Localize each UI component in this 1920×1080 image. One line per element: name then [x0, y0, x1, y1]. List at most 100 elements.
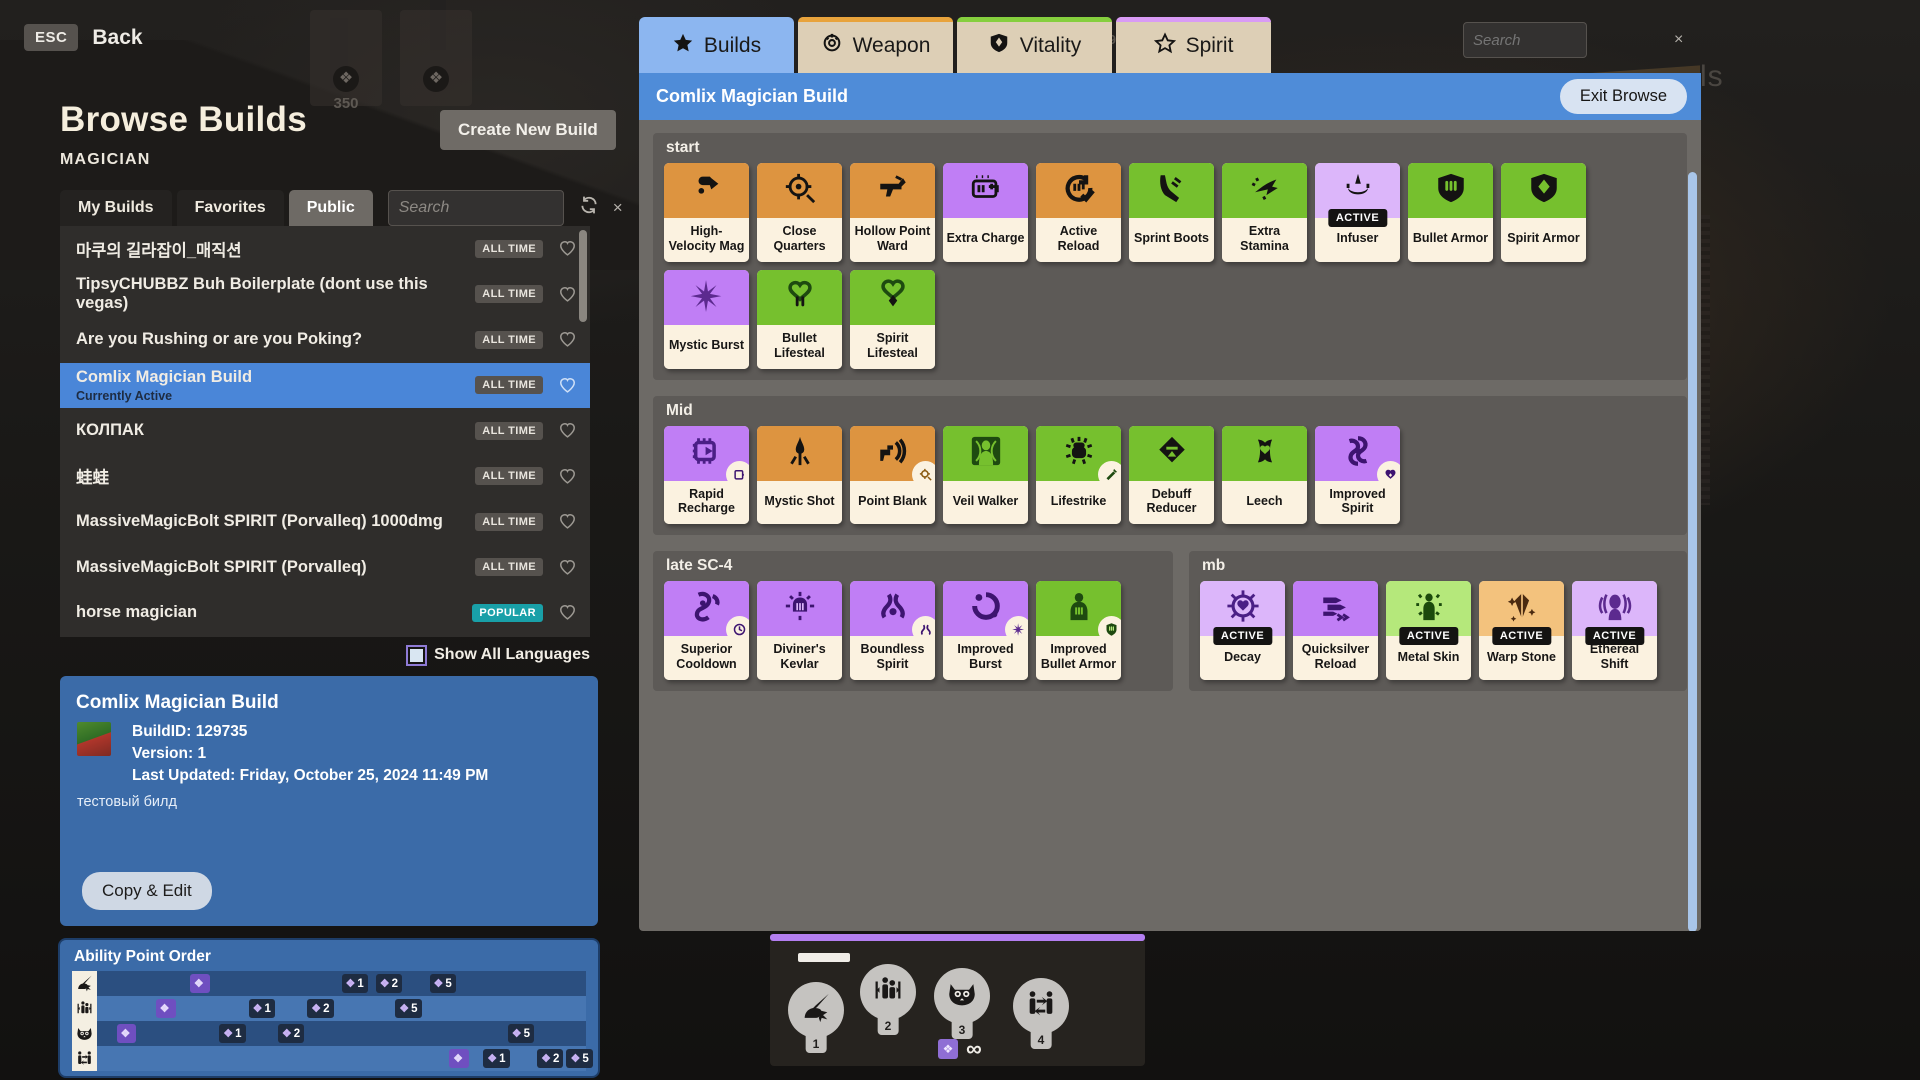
- ability-point-level: 5: [524, 1028, 530, 1040]
- build-item[interactable]: Spirit Armor: [1501, 163, 1586, 262]
- build-list-item[interactable]: 蛙蛙ALL TIME: [60, 454, 590, 500]
- favorite-heart-icon[interactable]: [557, 603, 578, 622]
- tab-accent-bar: [798, 17, 953, 22]
- build-item[interactable]: Bullet Lifesteal: [757, 270, 842, 369]
- copy-and-edit-button[interactable]: Copy & Edit: [82, 872, 212, 910]
- hud-xp-bar: [798, 953, 850, 962]
- favorite-heart-icon[interactable]: [557, 421, 578, 440]
- build-item[interactable]: Lifestrike: [1036, 426, 1121, 525]
- build-item[interactable]: ACTIVEWarp Stone: [1479, 581, 1564, 680]
- boundless-icon: [876, 589, 910, 628]
- show-all-languages-checkbox[interactable]: [408, 647, 425, 664]
- build-item-icon-plate: [1036, 581, 1121, 636]
- build-item[interactable]: Point Blank: [850, 426, 935, 525]
- build-item[interactable]: Mystic Shot: [757, 426, 842, 525]
- build-list-item[interactable]: MassiveMagicBolt SPIRIT (Porvalleq)ALL T…: [60, 545, 590, 591]
- hud-ability-slot-1[interactable]: 1: [788, 982, 844, 1038]
- build-section: MidRapid RechargeMystic ShotPoint BlankV…: [653, 396, 1687, 536]
- build-item[interactable]: ACTIVEEthereal Shift: [1572, 581, 1657, 680]
- build-item[interactable]: Superior Cooldown: [664, 581, 749, 680]
- search-clear-icon[interactable]: ×: [607, 198, 623, 218]
- hud-ability-slot-3[interactable]: 3: [934, 968, 990, 1024]
- hud-ability-slot-2[interactable]: 2: [860, 964, 916, 1020]
- build-list-tab-favorites[interactable]: Favorites: [177, 190, 284, 226]
- background-partial-text: ls: [1700, 60, 1724, 94]
- build-item[interactable]: Boundless Spirit: [850, 581, 935, 680]
- build-list-item[interactable]: Comlix Magician BuildCurrently ActiveALL…: [60, 363, 590, 409]
- build-list-tabs: My BuildsFavoritesPublic ×: [60, 190, 599, 226]
- build-search-box[interactable]: ×: [388, 190, 564, 226]
- panel-search-box[interactable]: ×: [1463, 22, 1587, 58]
- build-item[interactable]: Debuff Reducer: [1129, 426, 1214, 525]
- build-list-item[interactable]: Are you Rushing or are you Poking?ALL TI…: [60, 317, 590, 363]
- tab-spirit[interactable]: Spirit: [1116, 17, 1271, 75]
- exit-browse-button[interactable]: Exit Browse: [1560, 79, 1687, 114]
- panel-search-input[interactable]: [1473, 32, 1674, 49]
- build-sections: startHigh-Velocity MagClose QuartersHoll…: [653, 133, 1687, 691]
- build-item[interactable]: Veil Walker: [943, 426, 1028, 525]
- build-list-item-text: Are you Rushing or are you Poking?: [76, 330, 475, 349]
- spirit-heart-icon: [876, 278, 910, 317]
- build-panel-scrollbar[interactable]: [1688, 172, 1697, 931]
- create-new-build-button[interactable]: Create New Build: [440, 110, 616, 150]
- build-item[interactable]: ACTIVEMetal Skin: [1386, 581, 1471, 680]
- favorite-heart-icon[interactable]: [557, 376, 578, 395]
- favorite-heart-icon[interactable]: [557, 512, 578, 531]
- build-item[interactable]: Mystic Burst: [664, 270, 749, 369]
- quicksilver-icon: [1319, 589, 1353, 628]
- build-search-input[interactable]: [399, 199, 607, 217]
- build-item[interactable]: ACTIVEInfuser: [1315, 163, 1400, 262]
- favorite-heart-icon[interactable]: [557, 239, 578, 258]
- build-list-item[interactable]: TipsyCHUBBZ Buh Boilerplate (dont use th…: [60, 272, 590, 318]
- build-list-tab-my-builds[interactable]: My Builds: [60, 190, 172, 226]
- build-item-icon-plate: [757, 270, 842, 325]
- build-list-item-badge: ALL TIME: [475, 376, 543, 394]
- diamond-icon: ❖: [380, 977, 390, 990]
- build-item-label: Diviner's Kevlar: [757, 636, 842, 680]
- build-item-icon-plate: [1408, 163, 1493, 218]
- build-item[interactable]: Sprint Boots: [1129, 163, 1214, 262]
- back-control[interactable]: ESC Back: [24, 24, 143, 51]
- favorite-heart-icon[interactable]: [557, 558, 578, 577]
- build-item-icon-plate: ACTIVE: [1200, 581, 1285, 636]
- build-item[interactable]: Diviner's Kevlar: [757, 581, 842, 680]
- tab-builds[interactable]: Builds: [639, 17, 794, 75]
- build-list-item[interactable]: КОЛПАКALL TIME: [60, 408, 590, 454]
- hud-ability-slot-4[interactable]: 4: [1013, 978, 1069, 1034]
- build-item[interactable]: Improved Burst: [943, 581, 1028, 680]
- build-item[interactable]: Hollow Point Ward: [850, 163, 935, 262]
- favorite-heart-icon[interactable]: [557, 467, 578, 486]
- build-item[interactable]: Active Reload: [1036, 163, 1121, 262]
- diamond-icon: ❖: [434, 977, 444, 990]
- build-list-tab-public[interactable]: Public: [289, 190, 373, 226]
- build-item[interactable]: Improved Bullet Armor: [1036, 581, 1121, 680]
- build-list-scrollbar[interactable]: [579, 230, 587, 322]
- build-list-item[interactable]: 마쿠의 길라잡이_매직션ALL TIME: [60, 226, 590, 272]
- build-item[interactable]: Extra Stamina: [1222, 163, 1307, 262]
- build-item[interactable]: ACTIVEDecay: [1200, 581, 1285, 680]
- build-item[interactable]: Leech: [1222, 426, 1307, 525]
- build-item-icon-plate: [664, 581, 749, 636]
- build-item[interactable]: Close Quarters: [757, 163, 842, 262]
- build-list-item[interactable]: MassiveMagicBolt SPIRIT (Porvalleq) 1000…: [60, 499, 590, 545]
- scope-target-icon: [783, 171, 817, 210]
- show-all-languages-row[interactable]: Show All Languages: [60, 646, 590, 664]
- ability-point-marker: ❖2: [537, 1049, 563, 1068]
- build-item[interactable]: Quicksilver Reload: [1293, 581, 1378, 680]
- build-item[interactable]: Rapid Recharge: [664, 426, 749, 525]
- panel-search-clear-icon[interactable]: ×: [1674, 31, 1683, 49]
- favorite-heart-icon[interactable]: [557, 285, 578, 304]
- tab-vitality[interactable]: Vitality: [957, 17, 1112, 75]
- tab-weapon[interactable]: Weapon: [798, 17, 953, 75]
- build-item[interactable]: Extra Charge: [943, 163, 1028, 262]
- build-item[interactable]: Spirit Lifesteal: [850, 270, 935, 369]
- build-item[interactable]: High-Velocity Mag: [664, 163, 749, 262]
- build-item-icon-plate: [757, 426, 842, 481]
- build-item[interactable]: Improved Spirit: [1315, 426, 1400, 525]
- build-item-label: Extra Charge: [943, 218, 1028, 262]
- build-list-item-badge: ALL TIME: [475, 513, 543, 531]
- favorite-heart-icon[interactable]: [557, 330, 578, 349]
- build-list[interactable]: 마쿠의 길라잡이_매직션ALL TIMETipsyCHUBBZ Buh Boil…: [60, 226, 590, 637]
- build-list-item[interactable]: horse magicianPOPULAR: [60, 590, 590, 636]
- build-item[interactable]: Bullet Armor: [1408, 163, 1493, 262]
